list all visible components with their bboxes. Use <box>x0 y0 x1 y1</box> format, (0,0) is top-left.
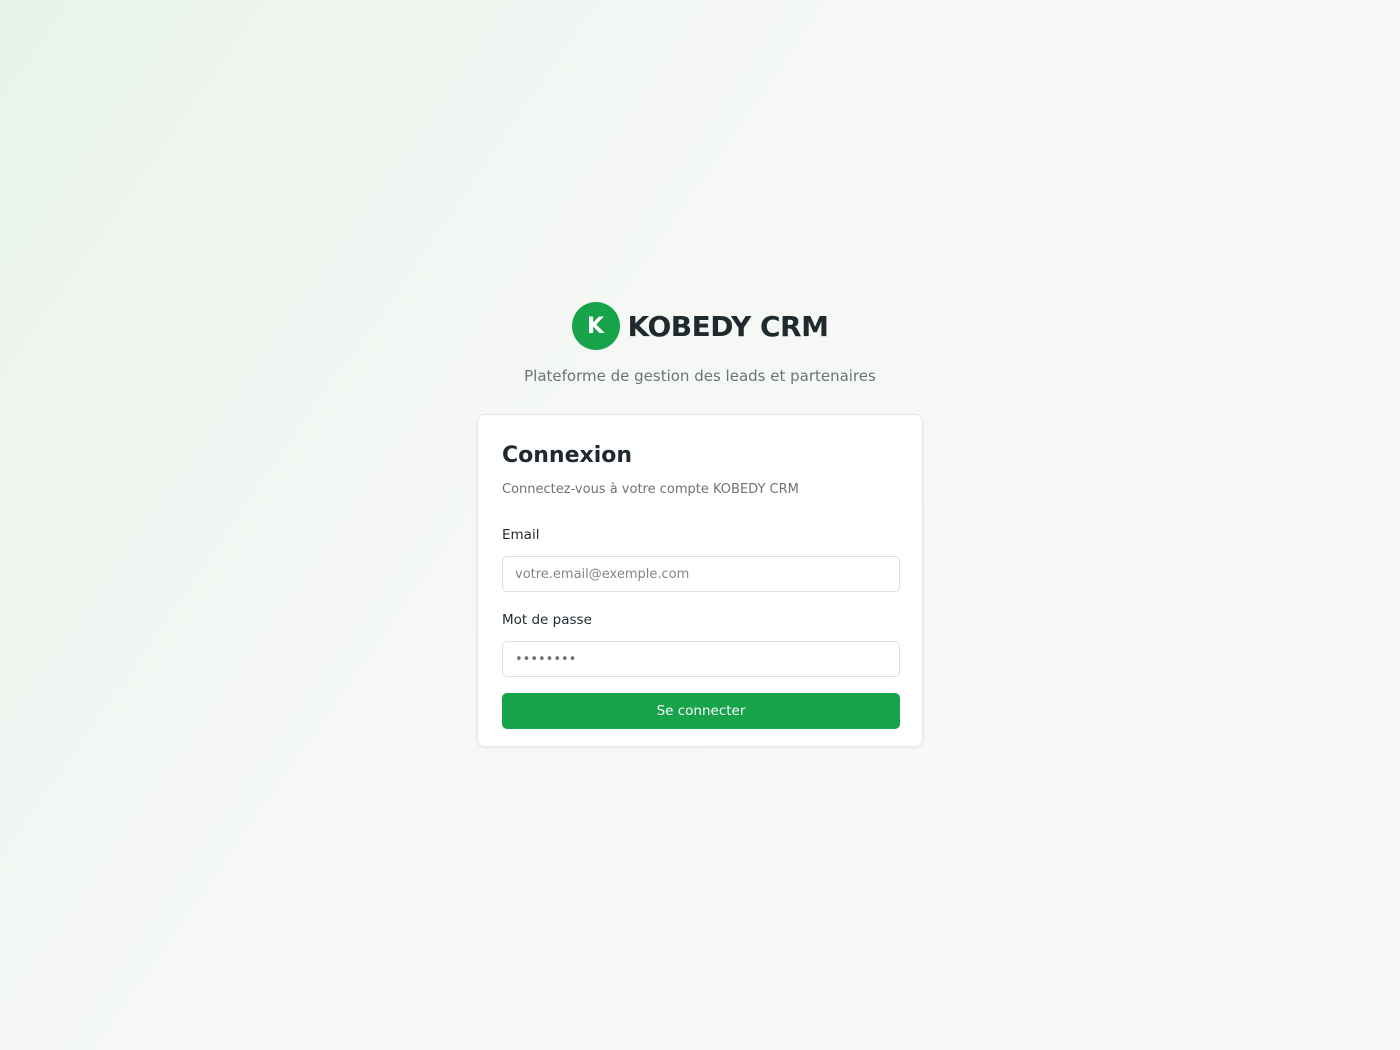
login-card: Connexion Connectez-vous à votre compte … <box>477 414 923 747</box>
password-label: Mot de passe <box>502 612 592 628</box>
password-input[interactable] <box>502 641 900 677</box>
brand-logo-letter: K <box>587 313 605 339</box>
brand-header: K KOBEDY CRM <box>0 302 1400 350</box>
email-input[interactable] <box>502 556 900 592</box>
login-subtitle: Connectez-vous à votre compte KOBEDY CRM <box>502 482 799 497</box>
brand-name: KOBEDY CRM <box>627 309 829 343</box>
brand-logo: K <box>571 302 620 350</box>
login-submit-button[interactable]: Se connecter <box>502 693 900 729</box>
brand-tagline: Plateforme de gestion des leads et parte… <box>524 367 876 385</box>
email-label: Email <box>502 527 540 543</box>
login-title: Connexion <box>502 443 633 468</box>
